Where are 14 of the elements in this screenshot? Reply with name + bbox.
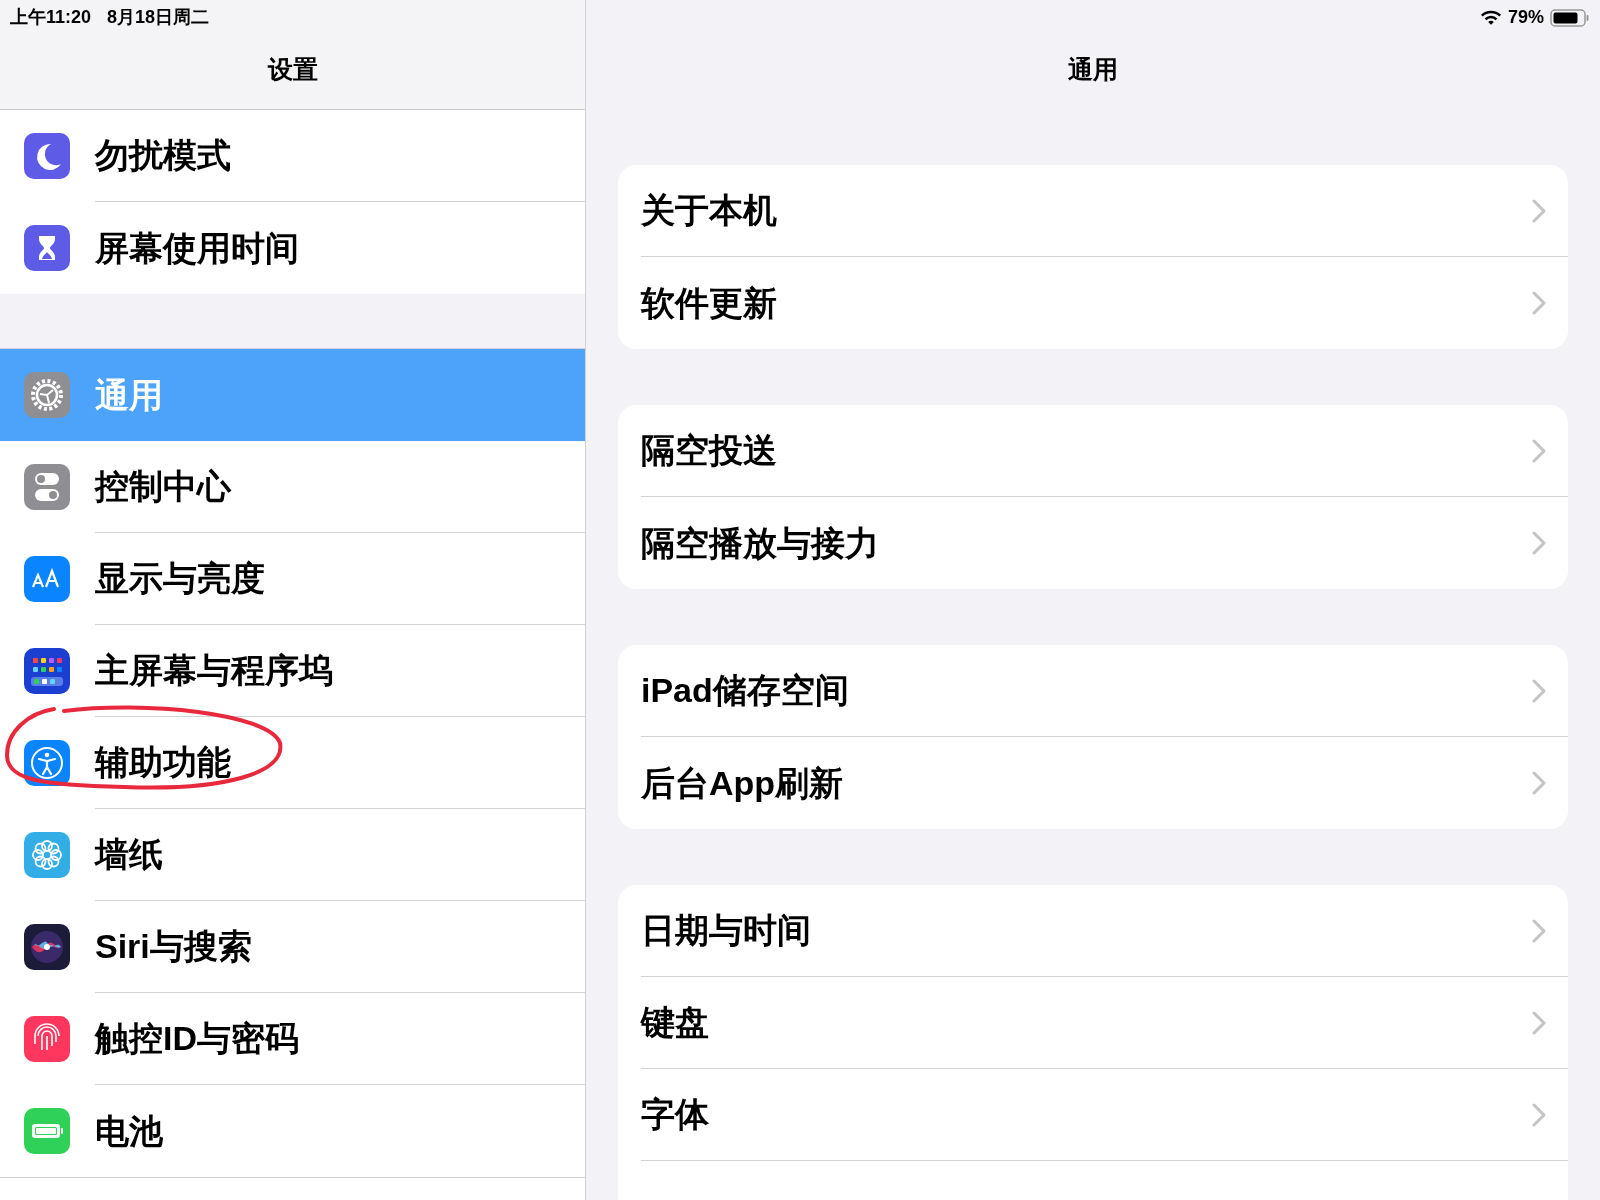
settings-row[interactable]: 隔空播放与接力: [641, 497, 1568, 589]
settings-row[interactable]: 隔空投送: [641, 405, 1568, 497]
status-date: 8月18日周二: [107, 6, 210, 29]
settings-row[interactable]: 键盘: [641, 977, 1568, 1069]
settings-row[interactable]: 日期与时间: [641, 885, 1568, 977]
detail-title: 通用: [1068, 54, 1118, 86]
battery-percent: 79%: [1507, 6, 1544, 29]
status-time: 上午11:20: [10, 6, 92, 29]
settings-row[interactable]: 软件更新: [641, 257, 1568, 349]
settings-row[interactable]: 字体: [641, 1069, 1568, 1161]
settings-row[interactable]: iPad储存空间: [641, 645, 1568, 737]
sidebar-title: 设置: [267, 53, 318, 85]
settings-row[interactable]: 后台App刷新: [641, 737, 1568, 829]
settings-row[interactable]: 关于本机: [641, 165, 1568, 257]
